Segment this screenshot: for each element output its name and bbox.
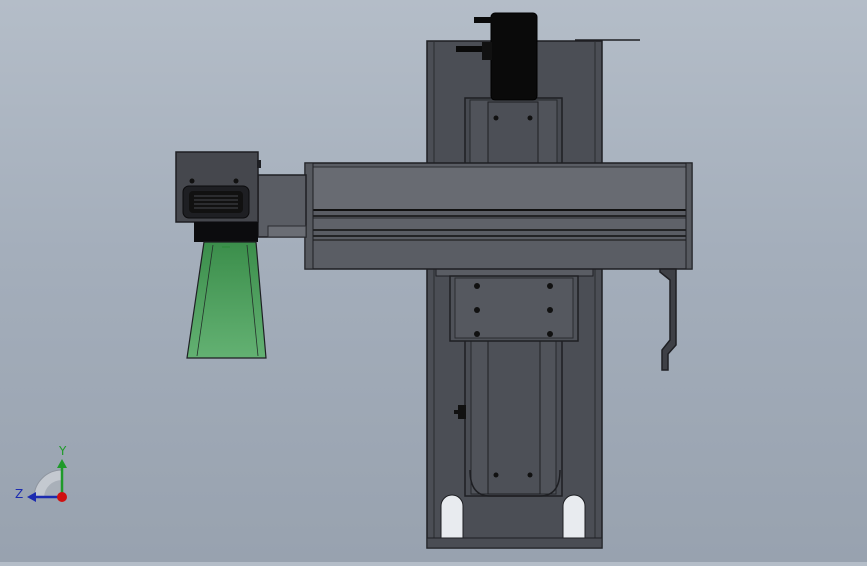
cad-model-view[interactable]: Y Z (0, 0, 867, 562)
z-axis-label: Z (15, 487, 23, 501)
horizontal-beam (304, 162, 693, 270)
lower-vertical-rail (454, 337, 563, 497)
vertical-carriage-plate (435, 267, 594, 342)
upper-vertical-rail (464, 97, 563, 165)
z-axis-arrowhead (27, 492, 36, 502)
cad-viewport[interactable]: Y Z (0, 0, 867, 562)
x-axis-dot (57, 492, 67, 502)
cable-bracket (659, 268, 677, 371)
laser-head (175, 151, 307, 248)
axis-triad[interactable]: Y Z (15, 444, 67, 502)
y-axis-label: Y (58, 444, 67, 458)
y-axis-arrowhead (57, 459, 67, 468)
